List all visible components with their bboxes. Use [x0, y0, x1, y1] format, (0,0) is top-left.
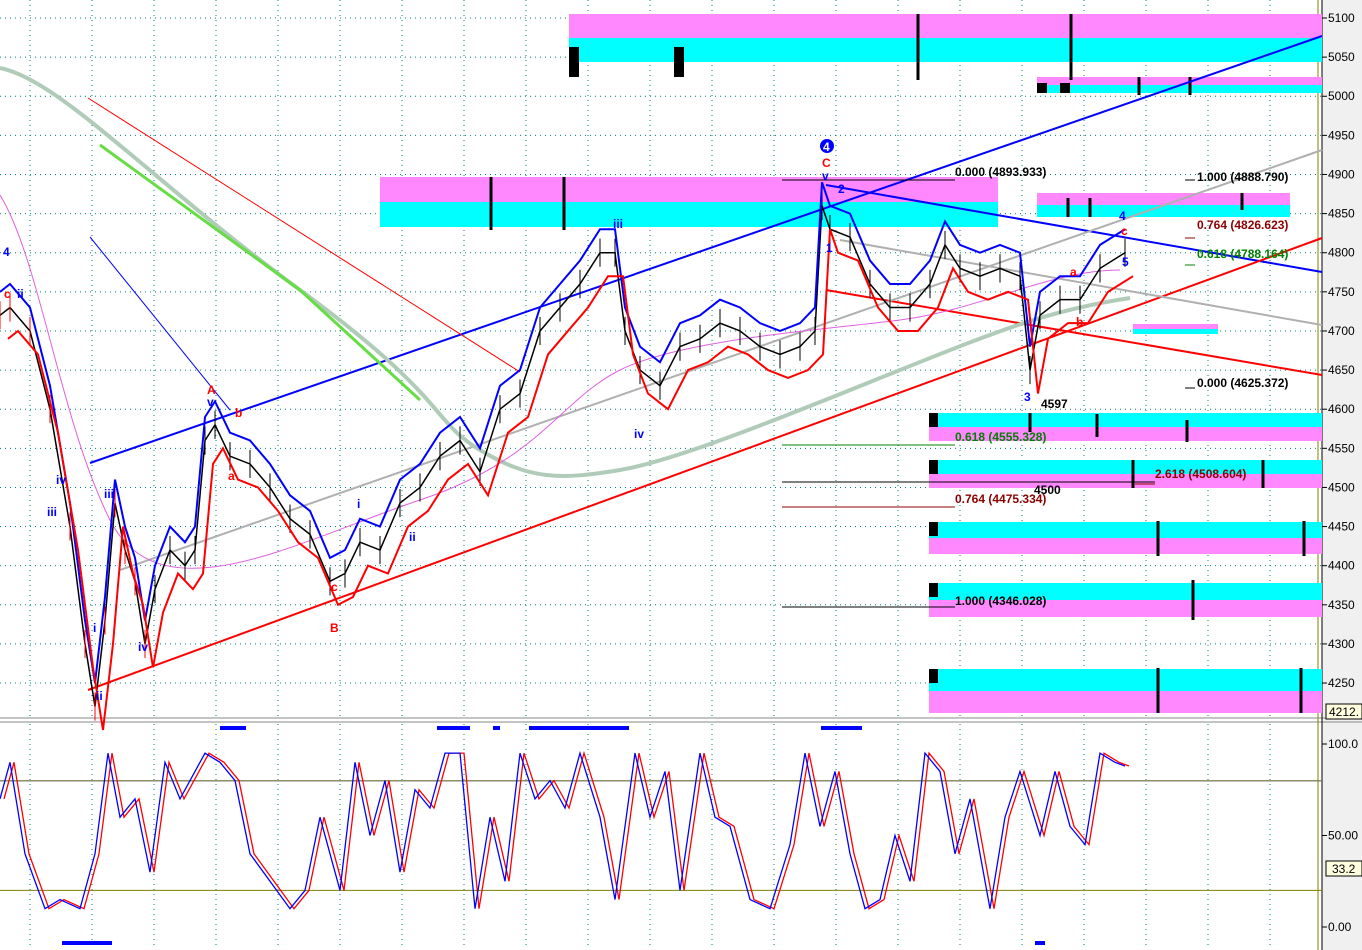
- signal-bar: [529, 726, 629, 730]
- wave-label: a: [228, 469, 235, 483]
- wave-label: v: [207, 395, 214, 409]
- price-tick-label: 4800: [1328, 246, 1355, 260]
- price-tick-label: 4650: [1328, 363, 1355, 377]
- signal-bar: [220, 726, 246, 730]
- price-tick-label: 4450: [1328, 520, 1355, 534]
- price-tick-label: 4350: [1328, 598, 1355, 612]
- demand-zone: [929, 538, 1322, 554]
- supply-zone: [569, 14, 1322, 38]
- wave-label: b: [1076, 315, 1083, 329]
- osc-tick-label: 50.00: [1328, 829, 1358, 843]
- wave-label: B: [330, 621, 339, 635]
- fib-label: 0.618 (4788.164): [1197, 247, 1288, 261]
- wave-label: c: [331, 580, 338, 594]
- price-mark: 4500: [1034, 483, 1061, 497]
- fib-label: 1.000 (4888.790): [1197, 170, 1288, 184]
- fib-label: 0.618 (4555.328): [955, 430, 1046, 444]
- supply-zone: [1133, 324, 1218, 329]
- price-chart: 5100 5050 5000 4950 4900 4850 4800 4750 4700 4650…: [0, 0, 1362, 950]
- fib-label: 0.000 (4893.933): [955, 165, 1046, 179]
- fib-label: 0.000 (4625.372): [1197, 376, 1288, 390]
- signal-bar: [493, 726, 500, 730]
- price-tick-label: 4950: [1328, 128, 1355, 142]
- wave-label: i: [357, 497, 360, 511]
- price-tick-label: 4850: [1328, 207, 1355, 221]
- wave-label: 3: [1024, 390, 1031, 404]
- price-tick-label: 4550: [1328, 441, 1355, 455]
- osc-tick-label: 0.00: [1328, 920, 1352, 934]
- wave-label: 2: [838, 182, 845, 196]
- price-tick-label: 4400: [1328, 559, 1355, 573]
- wave-label: a: [1070, 265, 1077, 279]
- wave-label: C: [822, 156, 831, 170]
- zone-marker: [929, 413, 938, 427]
- wave-label: ii: [409, 530, 416, 544]
- price-tick-label: 4700: [1328, 324, 1355, 338]
- wave-label: v: [822, 169, 829, 183]
- fib-label: 0.764 (4826.623): [1197, 218, 1288, 232]
- demand-zone: [929, 669, 1322, 691]
- wave-label: iii: [613, 217, 623, 231]
- wave-label: b: [235, 406, 242, 420]
- price-tick-label: 4750: [1328, 285, 1355, 299]
- signal-bar: [1035, 941, 1045, 945]
- wave-label: c: [4, 287, 11, 301]
- wave-label: 1: [826, 241, 833, 255]
- price-tick-label: 4250: [1328, 676, 1355, 690]
- wave-label: ii: [17, 287, 24, 301]
- price-tick-label: 4300: [1328, 637, 1355, 651]
- wave-label: 5: [1122, 255, 1129, 269]
- price-tick-label: 4500: [1328, 480, 1355, 494]
- price-tick-label: 4600: [1328, 402, 1355, 416]
- demand-zone: [929, 413, 1322, 427]
- price-axis-panel: [1322, 0, 1362, 950]
- zone-marker: [929, 522, 938, 536]
- zone-marker: [569, 47, 579, 77]
- current-price-label: 4212.: [1329, 705, 1359, 719]
- zone-marker: [1060, 83, 1070, 93]
- supply-zone: [1133, 329, 1218, 334]
- wave-label: i: [93, 621, 96, 635]
- wave-label: iii: [104, 487, 114, 501]
- signal-bar: [62, 941, 112, 945]
- supply-zone: [380, 202, 998, 227]
- demand-zone: [929, 522, 1322, 538]
- osc-current-label: 33.2: [1332, 862, 1356, 876]
- zone-marker: [929, 669, 938, 683]
- supply-zone: [1037, 205, 1290, 217]
- signal-bar: [821, 726, 862, 730]
- wave-label: 4: [3, 245, 10, 259]
- demand-zone: [929, 691, 1322, 713]
- supply-zone: [1037, 77, 1322, 85]
- supply-zone: [1037, 193, 1290, 205]
- wave-label: iv: [634, 427, 644, 441]
- fib-label: 1.000 (4346.028): [955, 594, 1046, 608]
- price-tick-label: 5100: [1328, 11, 1355, 25]
- price-tick-label: 4900: [1328, 167, 1355, 181]
- wave-label: iii: [47, 505, 57, 519]
- price-tick-label: 5000: [1328, 89, 1355, 103]
- wave-label: 4: [1119, 209, 1126, 223]
- fib-label: 2.618 (4508.604): [1155, 467, 1246, 481]
- fib-label: 0.764 (4475.334): [955, 492, 1046, 506]
- wave-label: iv: [138, 640, 148, 654]
- price-mark: 4597: [1041, 397, 1068, 411]
- zone-marker: [929, 460, 938, 474]
- signal-bar: [437, 726, 470, 730]
- osc-tick-label: 100.0: [1328, 737, 1358, 751]
- zone-marker: [674, 47, 684, 77]
- wave-label: c: [1121, 224, 1128, 238]
- wave-label: ii: [96, 689, 103, 703]
- zone-marker: [1037, 83, 1047, 93]
- wave-label: 4: [823, 140, 830, 154]
- zone-marker: [929, 583, 938, 597]
- wave-label: iv: [56, 473, 66, 487]
- price-tick-label: 5050: [1328, 50, 1355, 64]
